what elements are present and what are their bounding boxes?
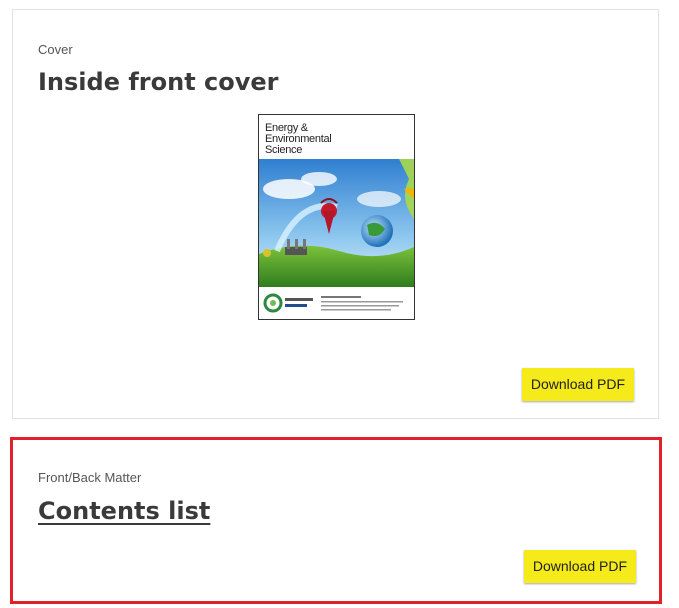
cover-journal-title: Energy & Environmental Science <box>265 122 332 156</box>
article-category: Front/Back Matter <box>38 470 142 485</box>
cover-publisher-logo <box>259 287 414 319</box>
journal-cover-image: Energy & Environmental Science <box>258 114 415 320</box>
article-card-cover: Cover Inside front cover Energy & Enviro… <box>12 9 659 419</box>
download-pdf-button[interactable]: Download PDF <box>521 368 634 401</box>
download-pdf-button[interactable]: Download PDF <box>523 550 636 583</box>
article-category: Cover <box>38 42 73 57</box>
article-title: Inside front cover <box>38 68 279 96</box>
article-title-link[interactable]: Contents list <box>38 497 210 525</box>
article-card-contents-list: Front/Back Matter Contents list Download… <box>10 437 662 604</box>
cover-artwork <box>259 159 414 287</box>
